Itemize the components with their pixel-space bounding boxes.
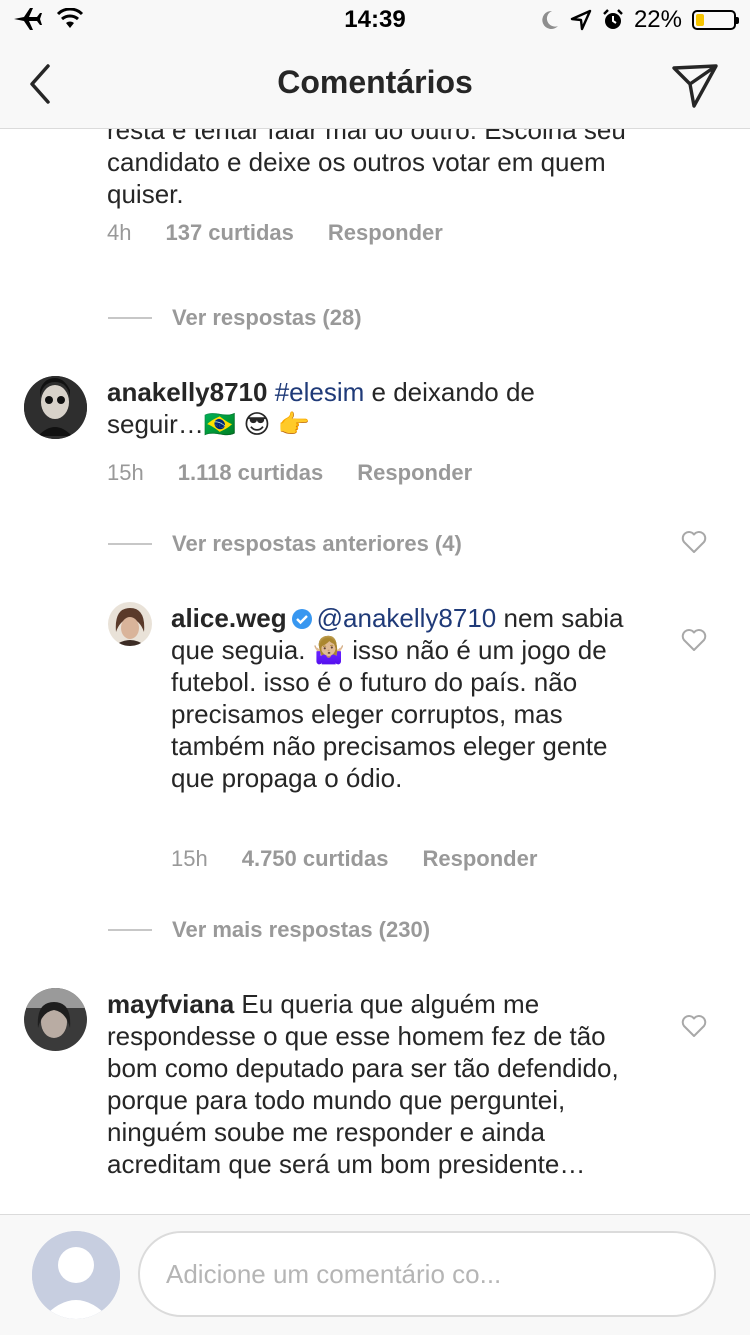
comment-text: mayfviana Eu queria que alguém me respon… xyxy=(107,988,642,1180)
comments-list[interactable]: resta e tentar falar mal do outro. Escol… xyxy=(0,128,750,1214)
avatar-image xyxy=(108,602,152,646)
comment-meta: 4h 137 curtidas Responder xyxy=(107,220,443,246)
view-replies-label: Ver respostas anteriores (4) xyxy=(172,531,462,556)
comment-time: 15h xyxy=(171,846,208,871)
view-replies-label: Ver mais respostas (230) xyxy=(172,917,431,942)
divider-line xyxy=(108,929,152,931)
comment-meta: 15h 1.118 curtidas Responder xyxy=(107,460,472,486)
comment-likes[interactable]: 4.750 curtidas xyxy=(242,846,389,872)
battery-level xyxy=(696,14,704,26)
location-arrow-icon xyxy=(570,9,592,31)
comment-time: 4h xyxy=(107,220,132,245)
comment-input[interactable] xyxy=(138,1231,716,1317)
battery-percent: 22% xyxy=(633,6,682,33)
comment-username[interactable]: alice.weg xyxy=(171,603,287,633)
avatar[interactable] xyxy=(24,376,87,439)
view-replies-button[interactable]: Ver respostas (28) xyxy=(108,305,362,331)
page-title: Comentários xyxy=(277,64,473,100)
comment-likes[interactable]: 137 curtidas xyxy=(165,220,293,246)
paper-plane-icon[interactable] xyxy=(670,60,720,110)
reply-button[interactable]: Responder xyxy=(357,460,472,486)
mention-link[interactable]: @anakelly8710 xyxy=(317,603,497,633)
divider-line xyxy=(108,317,152,319)
comment-username[interactable]: mayfviana xyxy=(107,989,234,1019)
navigation-bar: Comentários xyxy=(0,40,750,129)
heart-outline-icon[interactable] xyxy=(680,626,708,654)
avatar-image xyxy=(24,376,87,439)
divider-line xyxy=(108,543,152,545)
comment-time: 15h xyxy=(107,460,144,485)
avatar xyxy=(32,1231,120,1319)
status-right: 22% xyxy=(540,6,739,34)
comment-username[interactable]: anakelly8710 xyxy=(107,377,267,407)
avatar[interactable] xyxy=(108,602,152,646)
view-replies-button[interactable]: Ver respostas anteriores (4) xyxy=(108,531,462,557)
comment-text: anakelly8710 #elesim e deixando de segui… xyxy=(107,376,627,440)
reply-button[interactable]: Responder xyxy=(328,220,443,246)
avatar-image xyxy=(24,988,87,1051)
view-replies-button[interactable]: Ver mais respostas (230) xyxy=(108,917,430,943)
reply-button[interactable]: Responder xyxy=(422,846,537,872)
verified-badge-icon xyxy=(291,609,312,629)
comment-text: alice.weg @anakelly8710 nem sabia que seg… xyxy=(171,602,631,794)
heart-outline-icon[interactable] xyxy=(680,1012,708,1040)
avatar[interactable] xyxy=(24,988,87,1051)
default-avatar-icon xyxy=(32,1231,120,1319)
status-bar: 14:39 22% xyxy=(0,0,750,40)
alarm-icon xyxy=(603,9,623,29)
battery-icon xyxy=(692,10,739,30)
comment-meta: 15h 4.750 curtidas Responder xyxy=(171,846,537,872)
hashtag-link[interactable]: #elesim xyxy=(275,377,365,407)
comment-text: resta e tentar falar mal do outro. Escol… xyxy=(107,128,626,209)
moon-icon xyxy=(542,10,558,29)
comment-likes[interactable]: 1.118 curtidas xyxy=(178,460,324,486)
heart-outline-icon[interactable] xyxy=(680,528,708,556)
comment-composer xyxy=(0,1214,750,1335)
view-replies-label: Ver respostas (28) xyxy=(172,305,362,330)
